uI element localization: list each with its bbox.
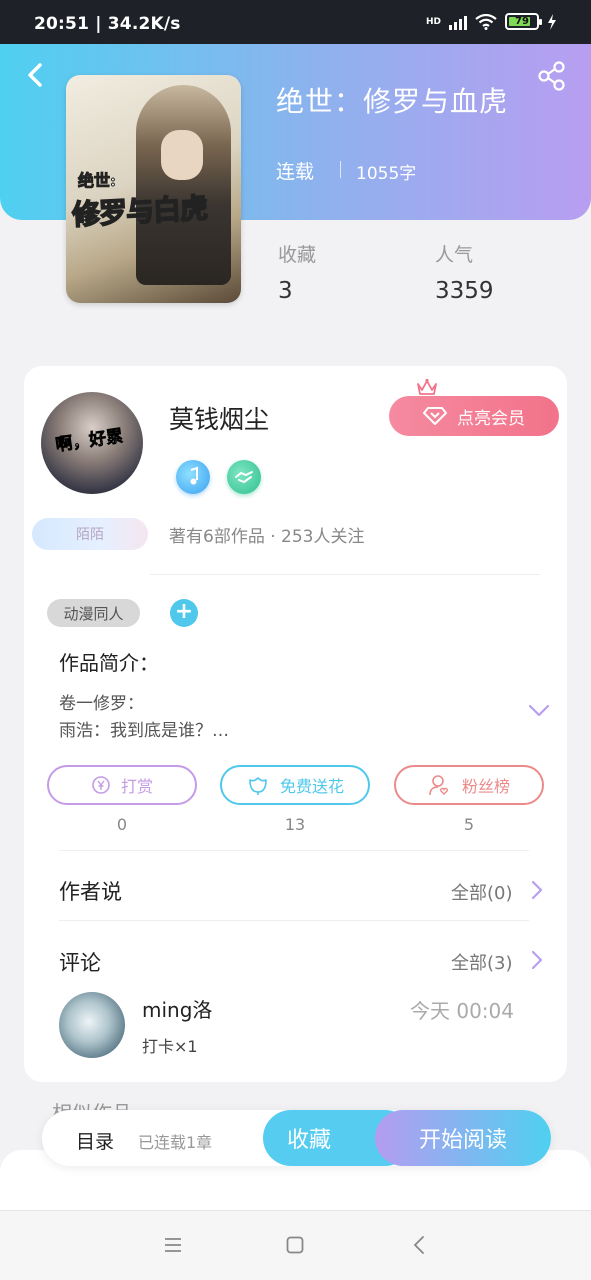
favorites-value: 3 xyxy=(278,278,293,304)
commenter-name[interactable]: ming洛 xyxy=(142,994,212,1023)
chevron-right-icon[interactable] xyxy=(531,880,543,900)
back-icon[interactable] xyxy=(24,60,48,90)
user-heart-icon xyxy=(429,775,449,796)
home-icon[interactable] xyxy=(286,1236,304,1254)
popularity-label: 人气 xyxy=(435,244,474,266)
flower-count: 13 xyxy=(284,815,306,834)
book-title: 绝世：修罗与血虎 xyxy=(276,85,509,118)
cover-face xyxy=(161,130,203,180)
wifi-icon xyxy=(475,13,497,30)
tip-label: 打赏 xyxy=(120,777,153,796)
coin-icon xyxy=(92,776,110,794)
favorites-label: 收藏 xyxy=(278,244,317,266)
genre-tag[interactable]: 动漫同人 xyxy=(47,599,140,627)
status-bar: 20:51 | 34.2K/s HD 79 xyxy=(0,0,591,44)
share-icon[interactable] xyxy=(537,60,567,92)
hd-label: HD xyxy=(425,16,441,27)
chapter-count: 已连载1章 xyxy=(138,1133,213,1152)
comments-title: 评论 xyxy=(59,951,101,975)
book-cover[interactable]: 绝世: 修罗与白虎 xyxy=(66,75,241,303)
fan-rank-label: 粉丝榜 xyxy=(461,777,510,796)
status-divider xyxy=(340,161,341,178)
send-flower-label: 免费送花 xyxy=(279,777,344,796)
system-nav-bar xyxy=(0,1210,591,1280)
intro-line-1: 卷一修罗： xyxy=(59,694,144,714)
popularity-value: 3359 xyxy=(435,278,494,304)
charging-icon xyxy=(548,13,556,30)
comment-text[interactable]: 打卡×1 xyxy=(142,1033,198,1057)
tip-count: 0 xyxy=(116,815,128,834)
vip-button[interactable]: 点亮会员 xyxy=(389,396,559,436)
menu-icon[interactable] xyxy=(164,1237,182,1253)
vip-button-label: 点亮会员 xyxy=(457,408,525,429)
comments-all-link[interactable]: 全部(3) xyxy=(451,949,513,975)
divider xyxy=(59,850,529,851)
handshake-badge-icon[interactable] xyxy=(227,460,261,494)
author-says-all-link[interactable]: 全部(0) xyxy=(451,879,513,905)
status-time: 20:51 | 34.2K/s xyxy=(34,14,181,34)
intro-label: 作品简介： xyxy=(59,651,159,675)
genre-tag-label: 动漫同人 xyxy=(63,604,124,623)
book-word-count: 1055字 xyxy=(356,164,417,184)
toc-button[interactable]: 目录 xyxy=(76,1127,114,1154)
badge-tag-label: 陌陌 xyxy=(76,527,104,543)
send-flower-button[interactable]: 免费送花 xyxy=(220,765,370,805)
comment-time: 今天 00:04 xyxy=(410,999,514,1023)
chevron-right-icon[interactable] xyxy=(531,950,543,970)
favorite-label: 收藏 xyxy=(287,1128,332,1153)
divider xyxy=(59,920,529,921)
start-reading-button[interactable]: 开始阅读 xyxy=(375,1110,551,1166)
author-stats: 著有6部作品 · 253人关注 xyxy=(169,527,365,547)
author-name[interactable]: 莫钱烟尘 xyxy=(169,400,269,436)
author-avatar[interactable]: 啊，好累 xyxy=(41,392,143,494)
crown-icon xyxy=(417,378,437,395)
add-tag-button[interactable]: + xyxy=(170,599,198,627)
chevron-down-icon[interactable] xyxy=(528,704,550,718)
author-says-title: 作者说 xyxy=(59,880,122,904)
flower-icon xyxy=(249,777,267,795)
fan-count: 5 xyxy=(463,815,475,834)
tip-button[interactable]: 打赏 xyxy=(47,765,197,805)
divider xyxy=(150,574,540,575)
book-status: 连载 xyxy=(276,161,315,183)
battery-icon: 79 xyxy=(505,13,542,30)
intro-line-2: 雨浩：我到底是谁？… xyxy=(59,721,229,741)
music-badge-icon[interactable] xyxy=(176,460,210,494)
author-badge-tag: 陌陌 xyxy=(32,518,148,550)
signal-icon xyxy=(449,14,467,30)
diamond-icon xyxy=(423,407,447,425)
cover-figure xyxy=(136,85,231,285)
start-reading-label: 开始阅读 xyxy=(418,1128,507,1153)
cover-title-small: 绝世: xyxy=(78,171,117,191)
back-nav-icon[interactable] xyxy=(412,1235,426,1255)
fan-rank-button[interactable]: 粉丝榜 xyxy=(394,765,544,805)
commenter-avatar[interactable] xyxy=(59,992,125,1058)
avatar-caption: 啊，好累 xyxy=(54,426,125,456)
bottom-action-bar: 目录 已连载1章 收藏 开始阅读 xyxy=(42,1110,551,1166)
cover-title-big: 修罗与白虎 xyxy=(71,191,209,233)
status-icons: HD 79 xyxy=(426,13,557,30)
